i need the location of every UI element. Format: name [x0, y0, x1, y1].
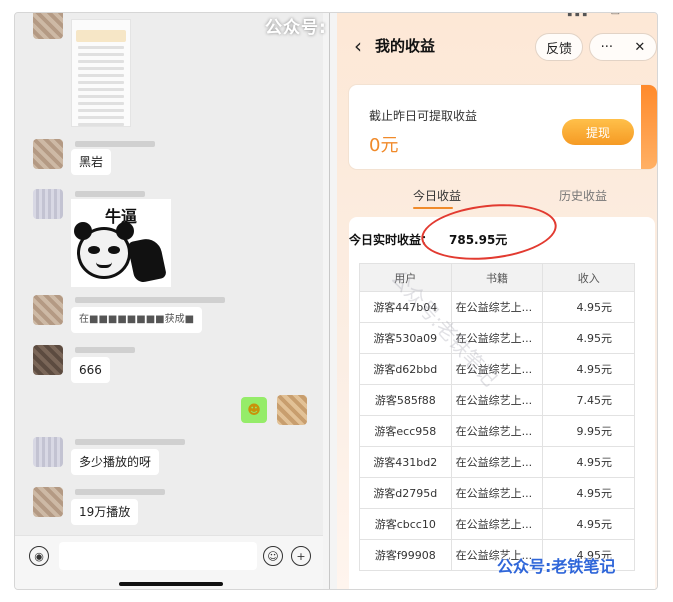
tab-today-earnings[interactable]: 今日收益 — [413, 187, 461, 204]
shared-screenshot-image[interactable] — [71, 19, 131, 127]
cell-user: 游客d62bbd — [359, 353, 452, 385]
avatar[interactable] — [33, 189, 63, 219]
avatar[interactable] — [33, 13, 63, 39]
nickname-blurred — [75, 439, 185, 445]
active-tab-indicator — [413, 207, 453, 209]
cell-income: 7.45元 — [542, 384, 635, 416]
cell-user: 游客ecc958 — [359, 415, 452, 447]
feedback-button[interactable]: 反馈 — [535, 33, 583, 61]
emoji-icon[interactable]: ☺ — [263, 546, 283, 566]
message-bubble[interactable]: 19万播放 — [71, 499, 139, 525]
cell-book: 在公益综艺上... — [450, 446, 544, 478]
cell-income: 4.95元 — [542, 508, 635, 540]
miniapp-capsule: ··· ✕ — [589, 33, 657, 61]
panel-divider — [323, 13, 337, 589]
panda-sticker[interactable]: 牛逼 — [71, 199, 171, 287]
table-row[interactable]: 游客431bd2 在公益综艺上... 4.95元 — [359, 446, 635, 478]
back-icon[interactable]: ‹ — [345, 33, 371, 59]
message-bubble[interactable]: 黑岩 — [71, 149, 112, 175]
watermark-top: 公众号: — [265, 18, 327, 38]
more-icon[interactable]: ··· — [601, 40, 613, 55]
avatar[interactable] — [33, 345, 63, 375]
table-row[interactable]: 游客585f88 在公益综艺上... 7.45元 — [359, 384, 635, 416]
avatar-self[interactable] — [277, 395, 307, 425]
tab-history-earnings[interactable]: 历史收益 — [559, 187, 607, 204]
column-header-user: 用户 — [359, 263, 452, 292]
cell-book: 在公益综艺上... — [450, 291, 544, 323]
screenshot-frame: 黑岩 牛逼 在■■■■■■■■获成■ 666 ☻ 多少播放的呀 19万播放 ◉ … — [14, 12, 658, 590]
table-row[interactable]: 游客d62bbd 在公益综艺上... 4.95元 — [359, 353, 635, 385]
panda-face-icon — [74, 222, 134, 279]
message-bubble[interactable]: 666 — [71, 357, 110, 383]
cell-user: 游客cbcc10 — [359, 508, 452, 540]
avatar[interactable] — [33, 295, 63, 325]
column-header-income: 收入 — [542, 263, 635, 292]
cell-book: 在公益综艺上... — [450, 508, 544, 540]
withdraw-button[interactable]: 提现 — [562, 119, 634, 145]
chat-panel: 黑岩 牛逼 在■■■■■■■■获成■ 666 ☻ 多少播放的呀 19万播放 ◉ … — [15, 13, 323, 589]
avatar[interactable] — [33, 139, 63, 169]
cell-book: 在公益综艺上... — [450, 477, 544, 509]
avatar[interactable] — [33, 437, 63, 467]
status-bar-icons: ▮▮▮ ◠ ▭ — [567, 12, 623, 18]
cell-user: 游客447b04 — [359, 291, 452, 323]
paw-icon — [126, 236, 168, 284]
page-title: 我的收益 — [375, 37, 436, 55]
table-header-row: 用户 书籍 收入 — [359, 263, 635, 292]
message-input[interactable] — [59, 542, 257, 570]
withdrawable-label: 截止昨日可提取收益 — [369, 109, 478, 123]
cell-income: 9.95元 — [542, 415, 635, 447]
chat-input-bar: ◉ ☺ + — [15, 535, 323, 589]
table-row[interactable]: 游客530a09 在公益综艺上... 4.95元 — [359, 322, 635, 354]
cell-book: 在公益综艺上... — [450, 353, 544, 385]
nickname-blurred — [75, 489, 165, 495]
column-header-book: 书籍 — [450, 263, 544, 292]
cell-book: 在公益综艺上... — [450, 415, 544, 447]
earnings-panel: 公众号: ▮▮▮ ◠ ▭ ‹ 我的收益 反馈 ··· ✕ 截止昨日可提取收益 0… — [265, 12, 657, 589]
voice-icon[interactable]: ◉ — [29, 546, 49, 566]
withdrawable-card: 截止昨日可提取收益 0元 提现 — [349, 85, 657, 169]
card-accent — [641, 85, 657, 169]
earnings-table: 用户 书籍 收入 游客447b04 在公益综艺上... 4.95元 游客530a… — [359, 263, 635, 571]
avatar[interactable] — [33, 487, 63, 517]
cell-user: 游客585f88 — [359, 384, 452, 416]
cell-income: 4.95元 — [542, 322, 635, 354]
cell-income: 4.95元 — [542, 353, 635, 385]
cell-book: 在公益综艺上... — [450, 322, 544, 354]
close-icon[interactable]: ✕ — [634, 40, 645, 55]
realtime-earnings-label: 今日实时收益： — [349, 233, 434, 247]
plus-icon[interactable]: + — [291, 546, 311, 566]
nickname-blurred — [75, 141, 155, 147]
message-bubble[interactable]: 多少播放的呀 — [71, 449, 160, 475]
withdrawable-amount: 0元 — [369, 135, 399, 156]
nickname-blurred — [75, 347, 135, 353]
nickname-blurred — [75, 191, 145, 197]
watermark-bottom: 公众号:老铁笔记 — [497, 557, 616, 576]
home-indicator — [119, 582, 223, 586]
cell-income: 4.95元 — [542, 477, 635, 509]
cell-income: 4.95元 — [542, 291, 635, 323]
cell-user: 游客f99908 — [359, 539, 452, 571]
nickname-blurred — [75, 297, 225, 303]
cell-user: 游客530a09 — [359, 322, 452, 354]
cell-book: 在公益综艺上... — [450, 384, 544, 416]
message-bubble[interactable]: 在■■■■■■■■获成■ — [71, 307, 203, 333]
cell-user: 游客431bd2 — [359, 446, 452, 478]
table-row[interactable]: 游客ecc958 在公益综艺上... 9.95元 — [359, 415, 635, 447]
table-row[interactable]: 游客447b04 在公益综艺上... 4.95元 — [359, 291, 635, 323]
cell-income: 4.95元 — [542, 446, 635, 478]
table-row[interactable]: 游客cbcc10 在公益综艺上... 4.95元 — [359, 508, 635, 540]
table-row[interactable]: 游客d2795d 在公益综艺上... 4.95元 — [359, 477, 635, 509]
smile-emoji-icon[interactable]: ☻ — [241, 397, 267, 423]
cell-user: 游客d2795d — [359, 477, 452, 509]
